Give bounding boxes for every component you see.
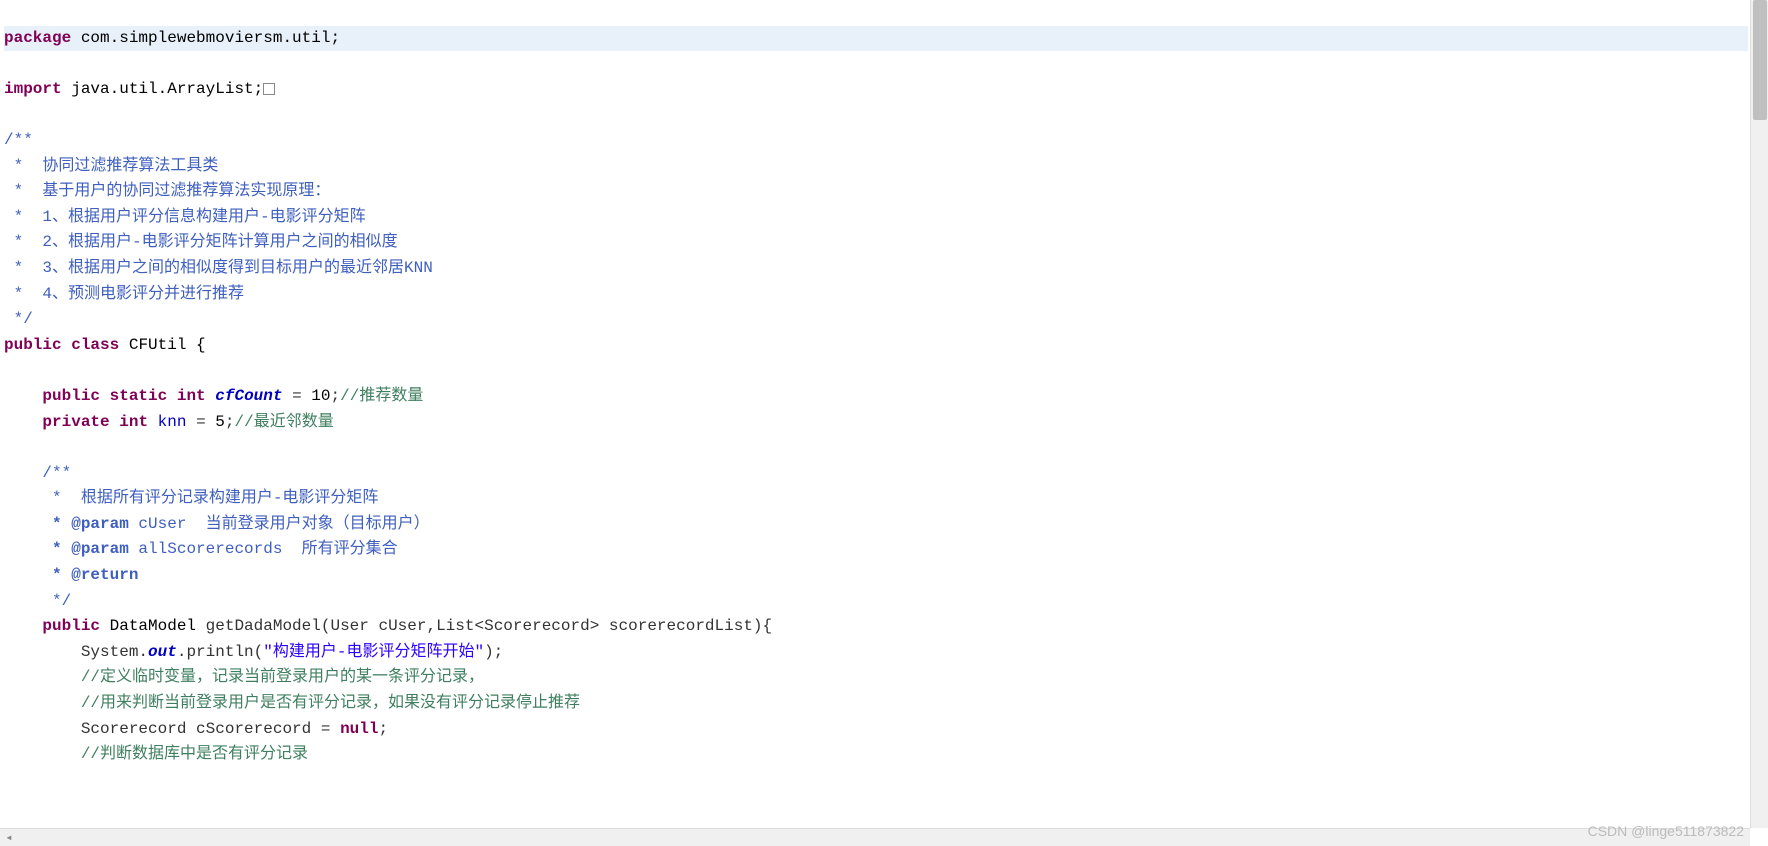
horizontal-scrollbar[interactable]: ◂ <box>0 828 1750 846</box>
code-line: //定义临时变量，记录当前登录用户的某一条评分记录， <box>4 668 484 686</box>
vertical-scrollbar[interactable] <box>1750 0 1768 828</box>
code-editor[interactable]: package com.simplewebmoviersm.util; impo… <box>0 0 1748 826</box>
javadoc-line: */ <box>4 592 71 610</box>
javadoc-line: */ <box>4 310 33 328</box>
javadoc-line: * @param cUser 当前登录用户对象（目标用户） <box>4 515 430 533</box>
javadoc-line: * 基于用户的协同过滤推荐算法实现原理： <box>4 182 330 200</box>
code-line: public class CFUtil { <box>4 336 206 354</box>
code-line: Scorerecord cScorerecord = null; <box>4 720 388 738</box>
code-line-highlighted: package com.simplewebmoviersm.util; <box>4 26 1748 52</box>
code-line: public static int cfCount = 10;//推荐数量 <box>4 387 423 405</box>
javadoc-line: * @param allScorerecords 所有评分集合 <box>4 540 398 558</box>
code-line: //判断数据库中是否有评分记录 <box>4 745 308 763</box>
javadoc-line: * 2、根据用户-电影评分矩阵计算用户之间的相似度 <box>4 233 398 251</box>
javadoc-line: * 根据所有评分记录构建用户-电影评分矩阵 <box>4 489 378 507</box>
collapsed-import-icon[interactable] <box>263 83 275 95</box>
code-line: System.out.println("构建用户-电影评分矩阵开始"); <box>4 643 503 661</box>
javadoc-line: /** <box>4 131 33 149</box>
code-line: //用来判断当前登录用户是否有评分记录，如果没有评分记录停止推荐 <box>4 694 580 712</box>
chevron-left-icon[interactable]: ◂ <box>2 831 16 845</box>
code-line: private int knn = 5;//最近邻数量 <box>4 413 334 431</box>
javadoc-line: * 协同过滤推荐算法工具类 <box>4 157 218 175</box>
javadoc-line: * 4、预测电影评分并进行推荐 <box>4 285 244 303</box>
javadoc-line: * @return <box>4 566 138 584</box>
javadoc-line: * 1、根据用户评分信息构建用户-电影评分矩阵 <box>4 208 366 226</box>
javadoc-line: /** <box>4 464 71 482</box>
watermark-text: CSDN @linge511873822 <box>1588 820 1744 842</box>
code-line: import java.util.ArrayList; <box>4 80 275 98</box>
code-line: public DataModel getDadaModel(User cUser… <box>4 617 772 635</box>
vertical-scrollbar-thumb[interactable] <box>1753 0 1767 120</box>
javadoc-line: * 3、根据用户之间的相似度得到目标用户的最近邻居KNN <box>4 259 433 277</box>
